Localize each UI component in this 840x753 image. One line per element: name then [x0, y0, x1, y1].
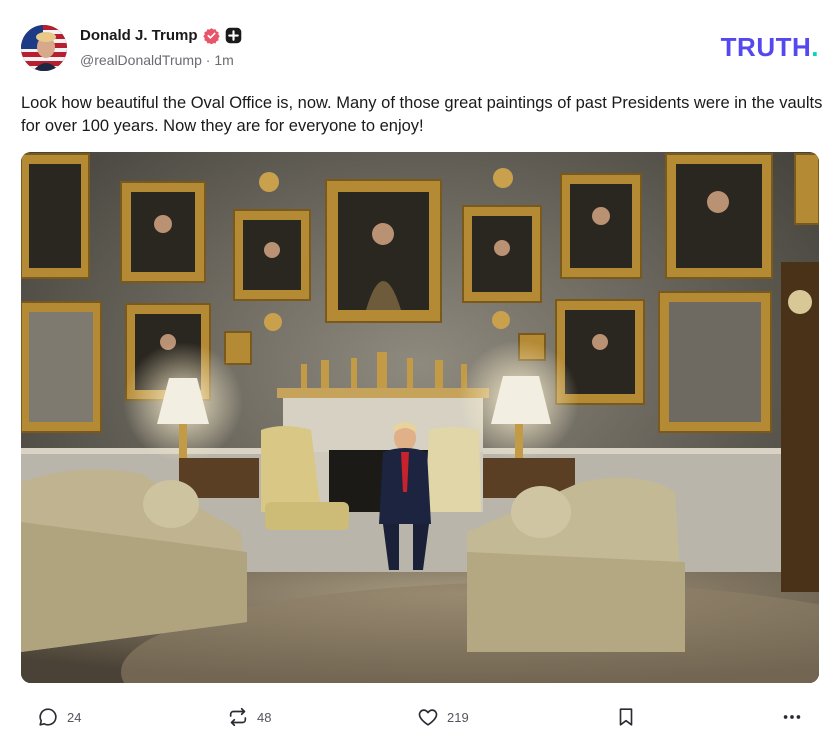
post-text: Look how beautiful the Oval Office is, n…: [21, 94, 823, 135]
retruth-count: 48: [257, 709, 272, 725]
logo-text: TRUTH: [720, 32, 812, 62]
like-count: 219: [447, 709, 469, 725]
retruth-button[interactable]: 48: [227, 706, 271, 728]
author-row: Donald J. Trump: [80, 25, 242, 45]
like-button[interactable]: 219: [417, 706, 469, 728]
reply-count: 24: [67, 709, 82, 725]
bookmark-button[interactable]: [615, 706, 637, 728]
action-bar: 24 48 219: [0, 700, 840, 736]
post-time[interactable]: 1m: [214, 52, 233, 68]
avatar[interactable]: [21, 25, 67, 71]
reply-button[interactable]: 24: [37, 706, 81, 728]
author-name[interactable]: Donald J. Trump: [80, 27, 198, 44]
author-handle[interactable]: @realDonaldTrump: [80, 52, 202, 68]
post-image[interactable]: [21, 152, 819, 683]
verified-badge-icon: [202, 27, 220, 44]
handle-line: @realDonaldTrump · 1m: [80, 52, 234, 68]
post-card: Donald J. Trump @realDonaldTrump · 1m TR…: [0, 0, 840, 753]
plus-badge-icon: [225, 27, 242, 44]
retruth-arrows-icon: [227, 706, 249, 728]
bookmark-icon: [615, 706, 637, 728]
comment-bubble-icon: [37, 706, 59, 728]
heart-icon: [417, 706, 439, 728]
more-dots-icon: [781, 706, 803, 728]
logo-dot: .: [811, 32, 819, 62]
more-options-button[interactable]: [781, 706, 803, 728]
meta-separator: ·: [201, 52, 215, 68]
truth-logo[interactable]: TRUTH.: [721, 32, 819, 63]
